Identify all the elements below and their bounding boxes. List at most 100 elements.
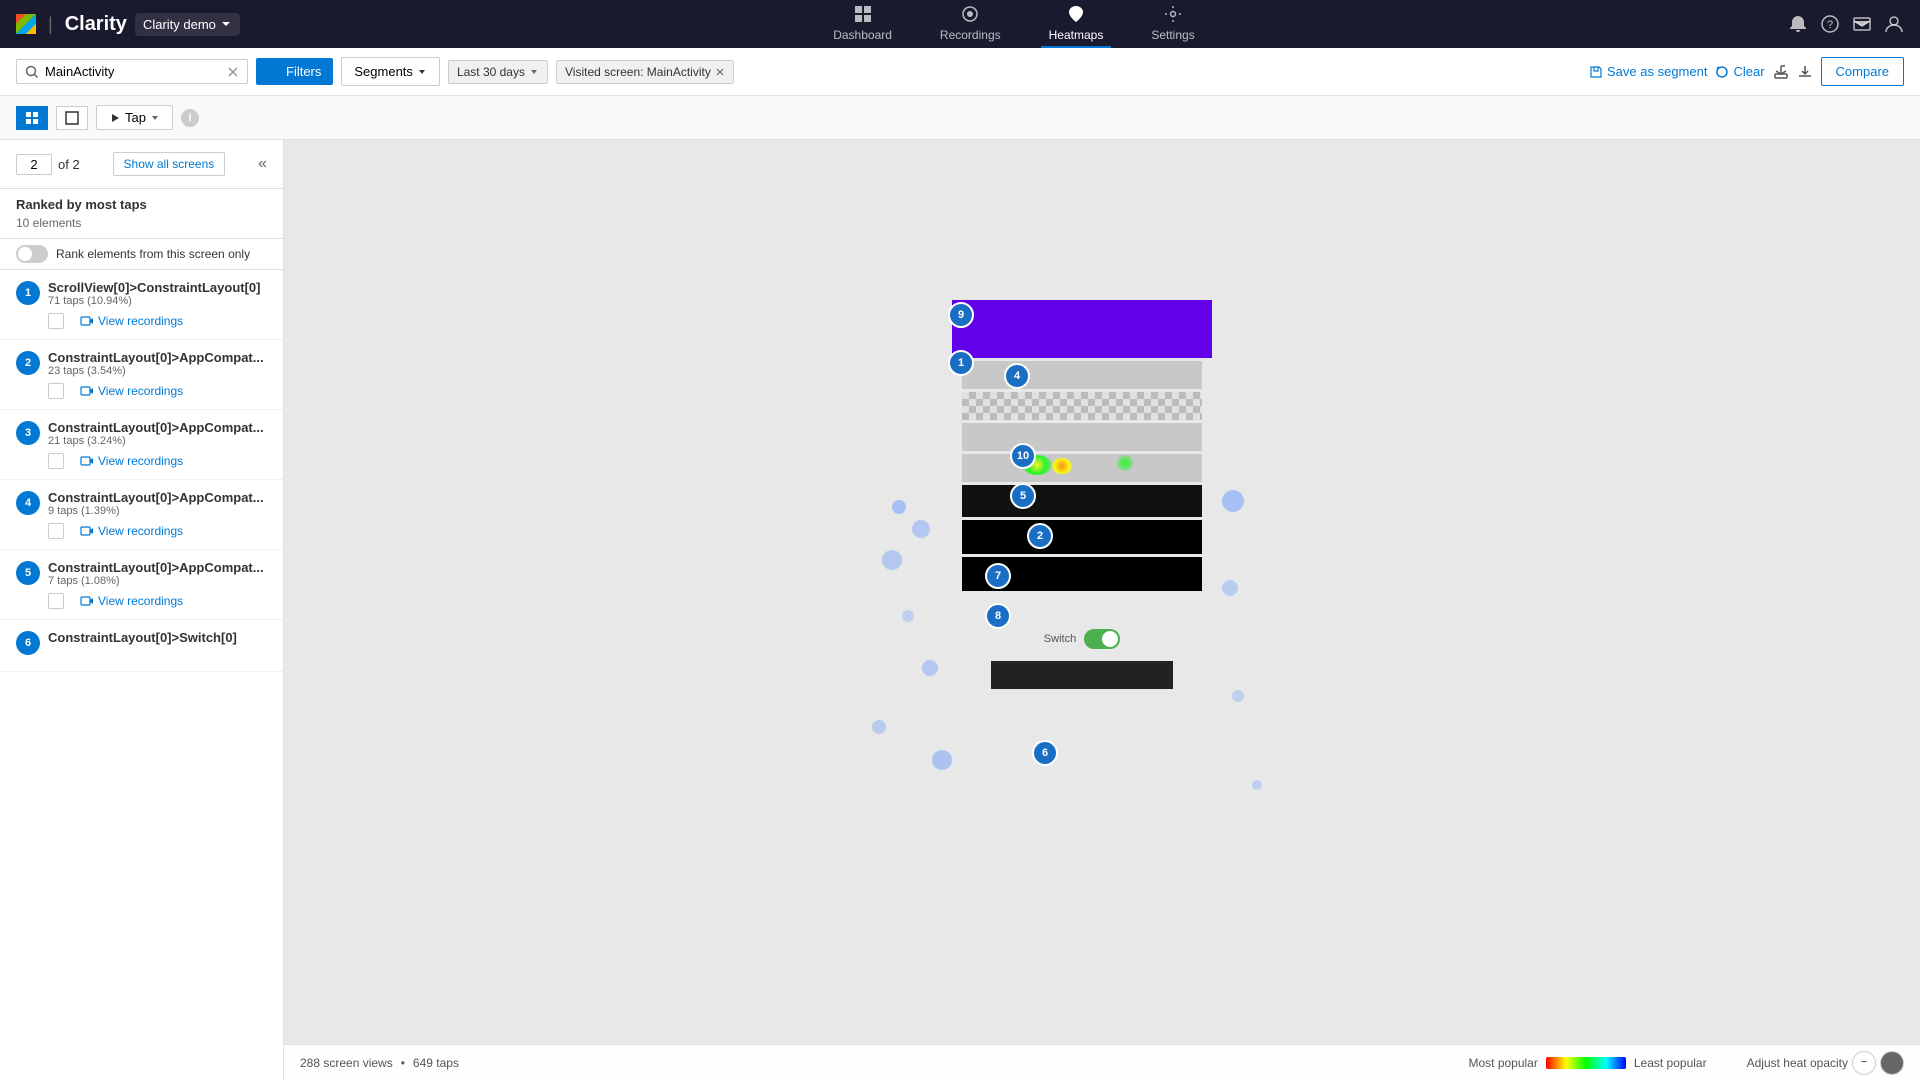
bottom-button bbox=[991, 661, 1173, 689]
heat-dot bbox=[872, 720, 886, 734]
search-icon bbox=[25, 65, 39, 79]
help-icon[interactable]: ? bbox=[1820, 14, 1840, 34]
element-checkbox[interactable] bbox=[48, 383, 64, 399]
nav-recordings[interactable]: Recordings bbox=[932, 0, 1009, 48]
list-item[interactable]: 1 ScrollView[0]>ConstraintLayout[0] 71 t… bbox=[0, 270, 283, 340]
opacity-decrease-button[interactable]: − bbox=[1852, 1051, 1876, 1075]
element-checkbox[interactable] bbox=[48, 593, 64, 609]
visited-screen-tag[interactable]: Visited screen: MainActivity bbox=[556, 60, 734, 84]
rank-title: Ranked by most taps bbox=[16, 197, 267, 212]
view-rec-label: View recordings bbox=[98, 384, 183, 398]
save-segment-label: Save as segment bbox=[1607, 64, 1707, 79]
search-box[interactable]: MainActivity bbox=[16, 59, 248, 84]
show-all-screens-button[interactable]: Show all screens bbox=[113, 152, 226, 176]
switch-toggle bbox=[1084, 629, 1120, 649]
view-recordings-button[interactable]: View recordings bbox=[80, 384, 183, 398]
heat-dot bbox=[932, 750, 952, 770]
view-rec-label: View recordings bbox=[98, 314, 183, 328]
view-rec-label: View recordings bbox=[98, 594, 183, 608]
date-chevron-icon bbox=[529, 67, 539, 77]
main-nav: Dashboard Recordings Heatmaps Settings bbox=[248, 0, 1780, 48]
view-recordings-button[interactable]: View recordings bbox=[80, 314, 183, 328]
date-range-tag[interactable]: Last 30 days bbox=[448, 60, 548, 84]
opacity-increase-button[interactable] bbox=[1880, 1051, 1904, 1075]
dark-row-2 bbox=[962, 520, 1201, 554]
device-viewport: Switch 9 1 4 10 5 2 7 8 6 bbox=[852, 260, 1352, 960]
tap-mode-button[interactable]: Tap bbox=[96, 105, 173, 130]
screen-top-bar bbox=[952, 300, 1212, 358]
list-row-3 bbox=[962, 423, 1201, 451]
share-button[interactable] bbox=[1773, 64, 1789, 80]
element-taps: 71 taps (10.94%) bbox=[48, 295, 261, 307]
svg-text:?: ? bbox=[1827, 19, 1833, 31]
nav-settings[interactable]: Settings bbox=[1143, 0, 1202, 48]
sub-toolbar: Tap i bbox=[0, 96, 1920, 140]
info-icon[interactable]: i bbox=[181, 109, 199, 127]
nav-heatmaps[interactable]: Heatmaps bbox=[1041, 0, 1112, 48]
rank-toggle-switch[interactable] bbox=[16, 245, 48, 263]
project-selector[interactable]: Clarity demo bbox=[135, 13, 240, 36]
view-recordings-button[interactable]: View recordings bbox=[80, 454, 183, 468]
heatmap-badge-4: 4 bbox=[1004, 363, 1030, 389]
list-row-1 bbox=[962, 361, 1201, 389]
account-icon[interactable] bbox=[1884, 14, 1904, 34]
video-icon bbox=[80, 314, 94, 328]
view-recordings-button[interactable]: View recordings bbox=[80, 524, 183, 538]
recordings-icon bbox=[960, 4, 980, 24]
element-checkbox[interactable] bbox=[48, 313, 64, 329]
heatmap-badge-9: 9 bbox=[948, 302, 974, 328]
page-total: of 2 bbox=[58, 157, 80, 172]
video-icon bbox=[80, 524, 94, 538]
page-input[interactable]: 2 bbox=[16, 154, 52, 175]
video-icon bbox=[80, 594, 94, 608]
list-item[interactable]: 3 ConstraintLayout[0]>AppCompat... 21 ta… bbox=[0, 410, 283, 480]
collapse-sidebar-button[interactable]: « bbox=[258, 155, 267, 173]
element-checkbox[interactable] bbox=[48, 523, 64, 539]
heat-dot bbox=[922, 660, 938, 676]
view-rec-label: View recordings bbox=[98, 524, 183, 538]
settings-icon bbox=[1163, 4, 1183, 24]
element-checkbox[interactable] bbox=[48, 453, 64, 469]
element-list: 1 ScrollView[0]>ConstraintLayout[0] 71 t… bbox=[0, 270, 283, 1080]
list-item[interactable]: 5 ConstraintLayout[0]>AppCompat... 7 tap… bbox=[0, 550, 283, 620]
sidebar-header: 2 of 2 Show all screens « bbox=[0, 140, 283, 189]
notifications-icon[interactable] bbox=[1788, 14, 1808, 34]
element-badge: 6 bbox=[16, 631, 40, 655]
save-icon bbox=[1589, 65, 1603, 79]
filters-button[interactable]: Filters bbox=[256, 58, 333, 85]
clear-button[interactable]: Clear bbox=[1715, 64, 1764, 79]
tap-chevron-icon bbox=[150, 113, 160, 123]
feedback-icon[interactable] bbox=[1852, 14, 1872, 34]
search-clear-icon[interactable] bbox=[227, 66, 239, 78]
visited-screen-label: Visited screen: MainActivity bbox=[565, 65, 711, 79]
adjust-opacity-label: Adjust heat opacity bbox=[1747, 1056, 1848, 1070]
search-input[interactable]: MainActivity bbox=[45, 64, 221, 79]
heatmap-legend: Most popular Least popular bbox=[1468, 1056, 1706, 1070]
view-rect-button[interactable] bbox=[56, 106, 88, 130]
sidebar: 2 of 2 Show all screens « Ranked by most… bbox=[0, 140, 284, 1080]
visited-screen-close-icon[interactable] bbox=[715, 67, 725, 77]
clear-icon bbox=[1715, 65, 1729, 79]
chevron-down-icon bbox=[220, 18, 232, 30]
download-icon bbox=[1797, 64, 1813, 80]
list-item[interactable]: 2 ConstraintLayout[0]>AppCompat... 23 ta… bbox=[0, 340, 283, 410]
view-block-button[interactable] bbox=[16, 106, 48, 130]
heat-dot bbox=[892, 500, 906, 514]
download-button[interactable] bbox=[1797, 64, 1813, 80]
nav-dashboard[interactable]: Dashboard bbox=[825, 0, 900, 48]
rect-view-icon bbox=[65, 111, 79, 125]
view-recordings-button[interactable]: View recordings bbox=[80, 594, 183, 608]
date-range-label: Last 30 days bbox=[457, 65, 525, 79]
element-name: ConstraintLayout[0]>AppCompat... bbox=[48, 560, 264, 575]
compare-button[interactable]: Compare bbox=[1821, 57, 1904, 86]
tap-label: Tap bbox=[125, 110, 146, 125]
element-name: ScrollView[0]>ConstraintLayout[0] bbox=[48, 280, 261, 295]
save-segment-button[interactable]: Save as segment bbox=[1589, 64, 1707, 79]
nav-dashboard-label: Dashboard bbox=[833, 28, 892, 42]
element-badge: 2 bbox=[16, 351, 40, 375]
list-item[interactable]: 6 ConstraintLayout[0]>Switch[0] bbox=[0, 620, 283, 672]
nav-settings-label: Settings bbox=[1151, 28, 1194, 42]
segments-button[interactable]: Segments bbox=[341, 57, 440, 86]
element-taps: 23 taps (3.54%) bbox=[48, 365, 264, 377]
list-item[interactable]: 4 ConstraintLayout[0]>AppCompat... 9 tap… bbox=[0, 480, 283, 550]
